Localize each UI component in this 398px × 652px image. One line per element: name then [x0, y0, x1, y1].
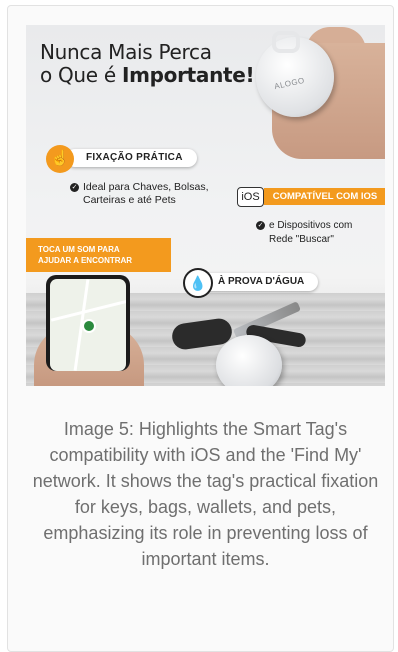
- water-drop-icon: 💧: [183, 268, 213, 298]
- location-pin-icon: [82, 319, 96, 333]
- image-caption: Image 5: Highlights the Smart Tag's comp…: [32, 419, 379, 569]
- map-screen: [50, 279, 126, 371]
- hand-tap-icon: ☝: [46, 145, 74, 173]
- headline-bold: Importante!: [121, 63, 255, 87]
- sound-pill: TOCA UM SOM PARA AJUDAR A ENCONTRAR: [26, 238, 171, 272]
- check-icon: ✓: [70, 182, 79, 192]
- headline: Nunca Mais Perca o Que é Importante!: [40, 41, 280, 87]
- check-icon: ✓: [256, 220, 265, 230]
- phone: [46, 275, 130, 371]
- promo-image: ALOGO Nunca Mais Perca o Que é Important…: [26, 25, 385, 386]
- headline-line1: Nunca Mais Perca: [40, 40, 212, 64]
- ios-icon: iOS: [237, 187, 264, 207]
- ios-text: ✓ e Dispositivos com Rede "Buscar": [256, 220, 353, 245]
- water-pill: À PROVA D'ÁGUA: [198, 273, 319, 291]
- headline-line2: o Que é Importante!: [40, 63, 255, 87]
- fixation-text: ✓ Ideal para Chaves, Bolsas, Carteiras e …: [70, 181, 209, 206]
- fixation-pill: FIXAÇÃO PRÁTICA: [66, 149, 197, 167]
- smart-tag-on-keys: [216, 335, 282, 386]
- ios-pill: COMPATÍVEL COM IOS: [264, 188, 385, 205]
